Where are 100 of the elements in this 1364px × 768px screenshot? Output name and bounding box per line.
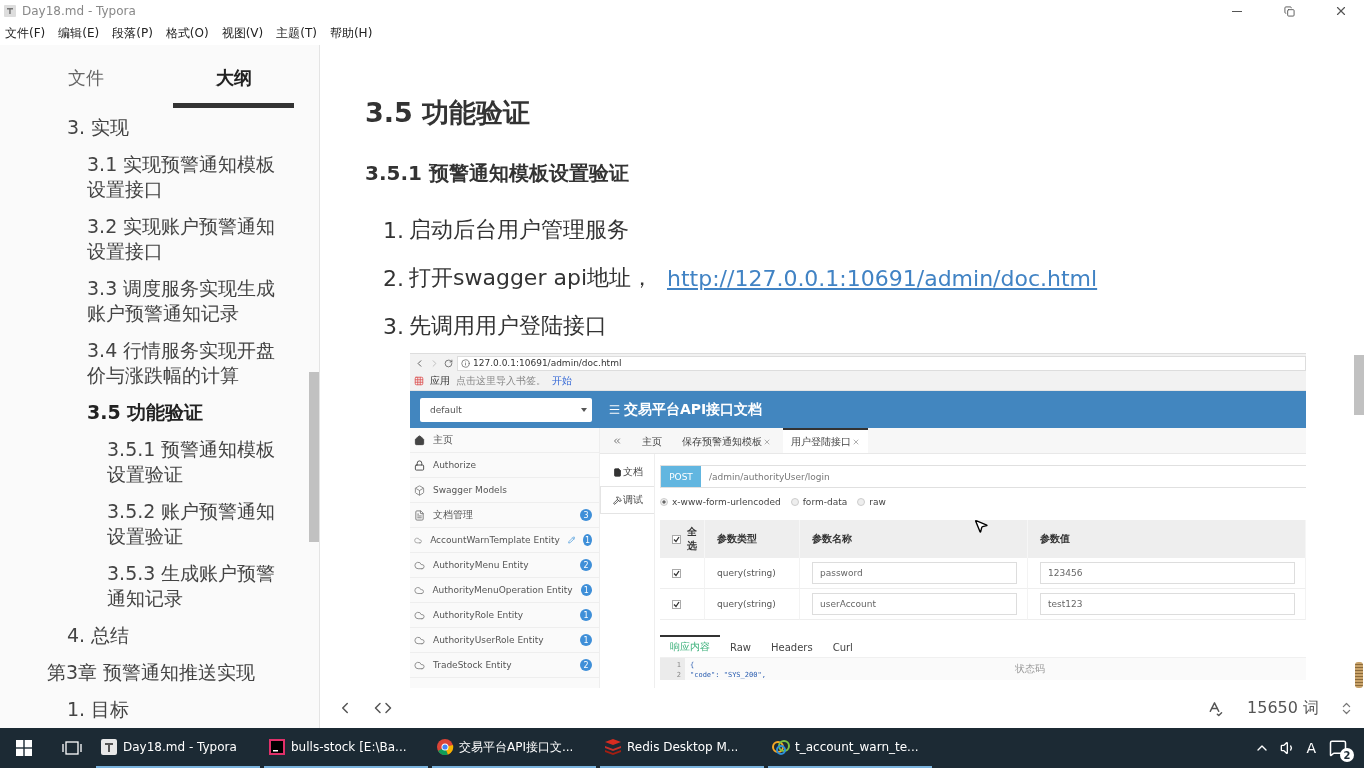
response-tab[interactable]: Headers — [761, 634, 823, 658]
radio-button[interactable] — [660, 498, 668, 506]
outline-item[interactable]: 3.5.1 预警通知模板设置验证 — [0, 431, 309, 493]
menu-item[interactable]: 编辑(E) — [58, 25, 100, 42]
cloud-icon — [414, 659, 425, 671]
bookmark-hint: 点击这里导入书签。 — [456, 374, 546, 388]
bookmark-item[interactable]: 应用 — [430, 374, 450, 388]
radio-button[interactable] — [857, 498, 866, 506]
app-icon — [4, 5, 16, 17]
param-value-field[interactable]: test123 — [1040, 593, 1295, 615]
apps-icon[interactable] — [414, 376, 424, 386]
api-menu-item[interactable]: TradeStock Entity 2 — [410, 653, 599, 678]
api-menu-item[interactable]: AuthorityUserRole Entity 1 — [410, 628, 599, 653]
doc-tab[interactable]: 主页 — [634, 428, 670, 453]
chrome-icon — [436, 738, 454, 756]
outline-item[interactable]: 3.5.2 账户预警通知设置验证 — [0, 493, 309, 555]
count-badge: 1 — [583, 534, 592, 546]
app-icon — [772, 738, 790, 756]
minimize-icon — [1232, 10, 1242, 12]
response-tab[interactable]: Curl — [822, 634, 863, 658]
checkbox[interactable] — [672, 599, 681, 609]
menu-label: TradeStock Entity — [433, 660, 513, 670]
outline-item[interactable]: 第3章 预警通知推送实现 — [0, 654, 309, 691]
request-field[interactable]: POST /admin/authorityUser/login — [660, 465, 1306, 488]
param-name-field[interactable]: userAccount — [812, 593, 1017, 615]
table-cell: query(string) — [705, 589, 800, 620]
api-menu-item[interactable]: AccountWarnTemplate Entity 1 — [410, 528, 599, 553]
scrollbar-thumb[interactable] — [1354, 355, 1364, 415]
menu-item[interactable]: 帮助(H) — [329, 25, 373, 42]
radio-button[interactable] — [790, 498, 799, 506]
outline-item[interactable]: 3.5 功能验证 — [0, 394, 309, 431]
address-field[interactable]: 127.0.0.1:10691/admin/doc.html — [457, 355, 1306, 371]
outline-item[interactable]: 3.1 实现预警通知模板设置接口 — [0, 146, 309, 208]
taskbar-app[interactable]: bulls-stock [E:\Ba... — [264, 728, 428, 768]
collapse-icon[interactable] — [612, 435, 622, 446]
bookmark-link[interactable]: 开始 — [552, 374, 572, 388]
subheading: 3.5.1 预警通知模板设置验证 — [365, 160, 630, 187]
hammer-icon — [613, 495, 622, 505]
task-view-icon — [62, 741, 82, 755]
taskbar-app[interactable]: Day18.md - Typora — [96, 728, 260, 768]
scroll-handle[interactable] — [1355, 662, 1363, 688]
taskbar-app[interactable]: 交易平台API接口文... — [432, 728, 596, 768]
outline-item[interactable]: 3.4 行情服务实现开盘价与涨跌幅的计算 — [0, 332, 309, 394]
radio-label: form-data — [802, 497, 848, 507]
count-badge: 2 — [1340, 748, 1354, 762]
taskbar-app[interactable]: Redis Desktop M... — [600, 728, 764, 768]
menu-item[interactable]: 主题(T) — [276, 25, 317, 42]
api-menu-item[interactable]: AuthorityRole Entity 1 — [410, 603, 599, 628]
param-value-field[interactable]: 123456 — [1040, 562, 1295, 584]
menu-label: AuthorityUserRole Entity — [433, 635, 545, 645]
close-icon[interactable] — [763, 437, 771, 446]
scrollbar-thumb[interactable] — [309, 372, 319, 542]
close-icon[interactable] — [852, 437, 860, 446]
api-menu-item[interactable]: Authorize — [410, 453, 599, 478]
side-tab[interactable]: 文档 — [600, 458, 654, 486]
cloud-icon — [414, 609, 425, 621]
menu-item[interactable]: 文件(F) — [5, 25, 46, 42]
file-icon — [613, 467, 622, 477]
url-link[interactable]: http://127.0.0.1:10691/admin/doc.html — [667, 265, 1098, 291]
sidebar-tab[interactable]: 大纲 — [173, 45, 294, 108]
api-menu-item[interactable]: 主页 — [410, 428, 599, 453]
doc-tab[interactable]: 用户登陆接口 — [783, 428, 868, 453]
taskbar-app[interactable]: t_account_warn_te... — [768, 728, 932, 768]
step-text: 启动后台用户管理服务 — [409, 216, 629, 244]
outline-item[interactable]: 1. 目标 — [0, 691, 309, 728]
menu-item[interactable]: 格式(O) — [165, 25, 209, 42]
api-menu-item[interactable]: 文档管理 3 — [410, 503, 599, 528]
api-menu-item[interactable]: Swagger Models — [410, 478, 599, 503]
column-header: 参数类型 — [717, 532, 757, 546]
outline-item[interactable]: 3.3 调度服务实现生成账户预警通知记录 — [0, 270, 309, 332]
list-number: 2. — [383, 265, 405, 291]
doc-tab[interactable]: 保存预警通知模板 — [674, 428, 779, 453]
column-header: 参数值 — [1040, 532, 1070, 546]
cloud-icon — [414, 559, 425, 571]
menu-icon[interactable] — [608, 403, 621, 416]
checkbox[interactable] — [672, 568, 681, 578]
sidebar-tab[interactable]: 文件 — [20, 45, 152, 108]
app-icon — [100, 738, 118, 756]
checkbox[interactable] — [672, 534, 681, 544]
input-method-indicator[interactable]: A — [1306, 740, 1316, 756]
cloud-icon — [414, 634, 425, 646]
window-title: Day18.md - Typora — [22, 4, 137, 18]
side-tab[interactable]: 调试 — [600, 486, 654, 514]
outline-item[interactable]: 3.2 实现账户预警通知设置接口 — [0, 208, 309, 270]
list-number: 1. — [383, 217, 405, 243]
group-select[interactable]: default — [420, 397, 592, 422]
outline-item[interactable]: 3. 实现 — [0, 109, 309, 146]
menu-item[interactable]: 视图(V) — [221, 25, 264, 42]
menu-label: AuthorityMenu Entity — [433, 560, 530, 570]
reload-icon[interactable] — [444, 358, 453, 368]
menu-item[interactable]: 段落(P) — [112, 25, 153, 42]
menu-label: 文档管理 — [433, 508, 474, 522]
count-badge: 1 — [580, 634, 592, 646]
response-tab[interactable]: Raw — [720, 634, 762, 658]
param-name-field[interactable]: password — [812, 562, 1017, 584]
page-title: 交易平台API接口文档 — [624, 400, 763, 419]
api-menu-item[interactable]: AuthorityMenu Entity 2 — [410, 553, 599, 578]
outline-item[interactable]: 3.5.3 生成账户预警通知记录 — [0, 555, 309, 617]
api-menu-item[interactable]: AuthorityMenuOperation Entity 1 — [410, 578, 599, 603]
outline-item[interactable]: 4. 总结 — [0, 617, 309, 654]
